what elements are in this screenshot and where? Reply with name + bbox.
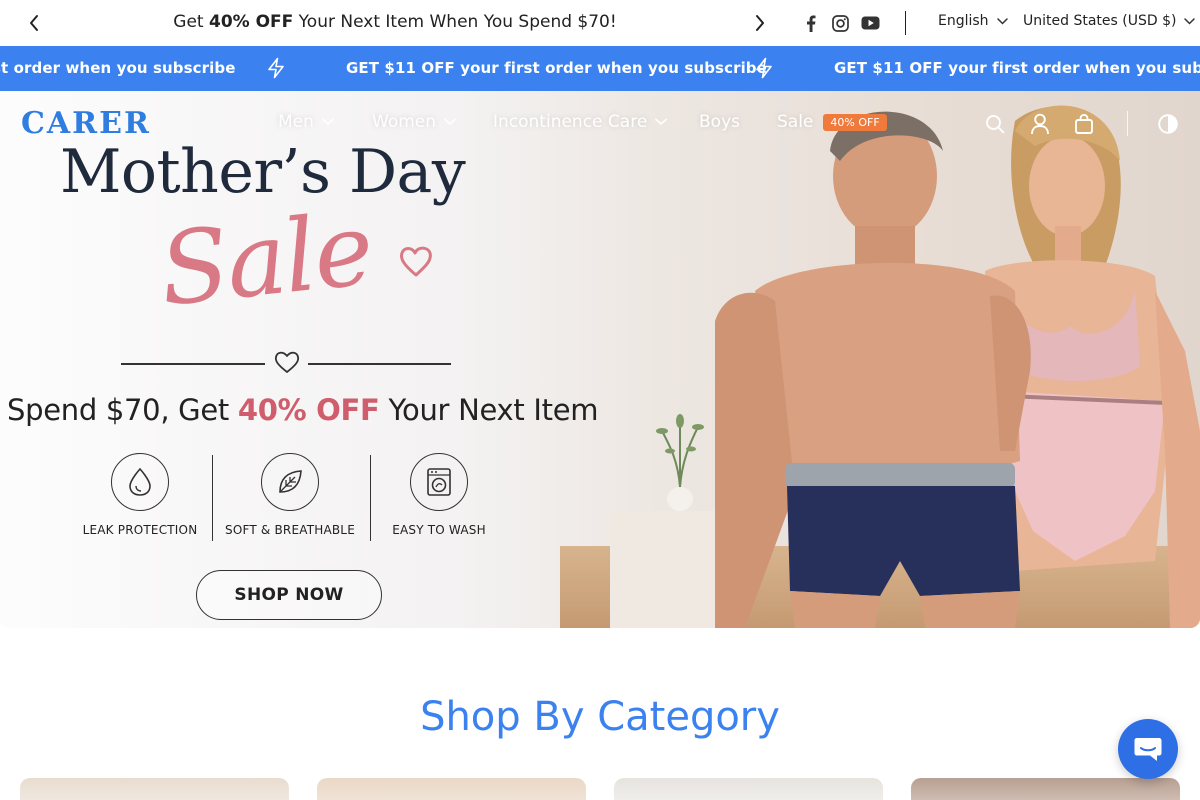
chevron-left-icon[interactable] <box>23 12 45 34</box>
bolt-icon <box>268 57 284 79</box>
feature-label: EASY TO WASH <box>392 523 486 537</box>
currency-label: United States (USD $) <box>1023 13 1177 29</box>
category-card[interactable] <box>20 778 289 800</box>
category-card[interactable] <box>911 778 1180 800</box>
hero-copy: Mother’s Day Sale Spend $70, Get 40% OFF… <box>0 91 600 628</box>
feature-soft-breathable: SOFT & BREATHABLE <box>215 453 365 537</box>
hero-offer-text: Spend $70, Get 40% OFF Your Next Item <box>7 393 599 427</box>
feature-easy-to-wash: EASY TO WASH <box>364 453 514 537</box>
sale-badge: 40% OFF <box>823 113 887 131</box>
contrast-icon[interactable] <box>1156 112 1180 136</box>
hero-models-image <box>715 105 1200 628</box>
nav-item-label: Women <box>372 112 437 132</box>
nav-item-men[interactable]: Men <box>278 112 334 132</box>
facebook-icon[interactable] <box>801 13 821 33</box>
site-logo[interactable]: CARER <box>21 106 151 141</box>
shop-now-button[interactable]: SHOP NOW <box>196 570 382 620</box>
divider <box>905 11 906 35</box>
nav-item-label: Incontinence Care <box>493 112 648 132</box>
washing-machine-icon <box>410 453 468 511</box>
hero-plant-image <box>656 414 704 511</box>
chat-icon <box>1134 738 1162 761</box>
language-label: English <box>938 13 989 29</box>
search-icon[interactable] <box>983 112 1007 136</box>
main-header: CARER Men Women Incontinence Care Boys S… <box>0 91 1200 155</box>
nav-item-women[interactable]: Women <box>372 112 456 132</box>
nav-item-sale[interactable]: Sale 40% OFF <box>777 112 887 132</box>
account-icon[interactable] <box>1028 112 1052 136</box>
currency-selector[interactable]: United States (USD $) <box>1023 13 1196 29</box>
chevron-right-icon[interactable] <box>749 12 771 34</box>
announcement-text: Get 40% OFF Your Next Item When You Spen… <box>173 12 617 32</box>
divider <box>308 363 451 365</box>
category-card[interactable] <box>614 778 883 800</box>
youtube-icon[interactable] <box>860 13 880 33</box>
bolt-icon <box>756 57 772 79</box>
nav-item-boys[interactable]: Boys <box>699 112 740 132</box>
divider <box>121 363 265 365</box>
feature-label: SOFT & BREATHABLE <box>225 523 355 537</box>
nav-item-label: Men <box>278 112 314 132</box>
heart-icon <box>400 246 432 277</box>
chevron-down-icon <box>322 118 334 126</box>
leaf-icon <box>261 453 319 511</box>
category-card[interactable] <box>317 778 586 800</box>
marquee-item: st order when you subscribe <box>0 59 236 77</box>
marquee-item: GET $11 OFF your first order when you su… <box>346 59 767 77</box>
nav-item-incontinence-care[interactable]: Incontinence Care <box>493 112 668 132</box>
hero-script-title: Sale <box>154 190 377 329</box>
instagram-icon[interactable] <box>830 13 850 33</box>
chat-button[interactable] <box>1118 719 1178 779</box>
cart-icon[interactable] <box>1072 112 1096 136</box>
chevron-down-icon <box>444 118 456 126</box>
divider <box>1127 111 1128 136</box>
feature-leak-protection: LEAK PROTECTION <box>65 453 215 537</box>
promo-marquee: st order when you subscribe GET $11 OFF … <box>0 46 1200 91</box>
chevron-down-icon <box>655 118 668 126</box>
section-title: Shop By Category <box>420 694 780 740</box>
heart-icon <box>274 351 300 373</box>
nav-item-label: Boys <box>699 112 740 132</box>
nav-item-label: Sale <box>777 112 814 132</box>
marquee-item: GET $11 OFF your first order when you su… <box>834 59 1200 77</box>
chevron-down-icon <box>996 17 1008 25</box>
announcement-bar: Get 40% OFF Your Next Item When You Spen… <box>0 0 1200 46</box>
feature-label: LEAK PROTECTION <box>82 523 198 537</box>
chevron-down-icon <box>1184 17 1196 25</box>
hero-cabinet <box>610 511 730 628</box>
divider <box>212 455 213 541</box>
language-selector[interactable]: English <box>938 13 1008 29</box>
droplet-icon <box>111 453 169 511</box>
